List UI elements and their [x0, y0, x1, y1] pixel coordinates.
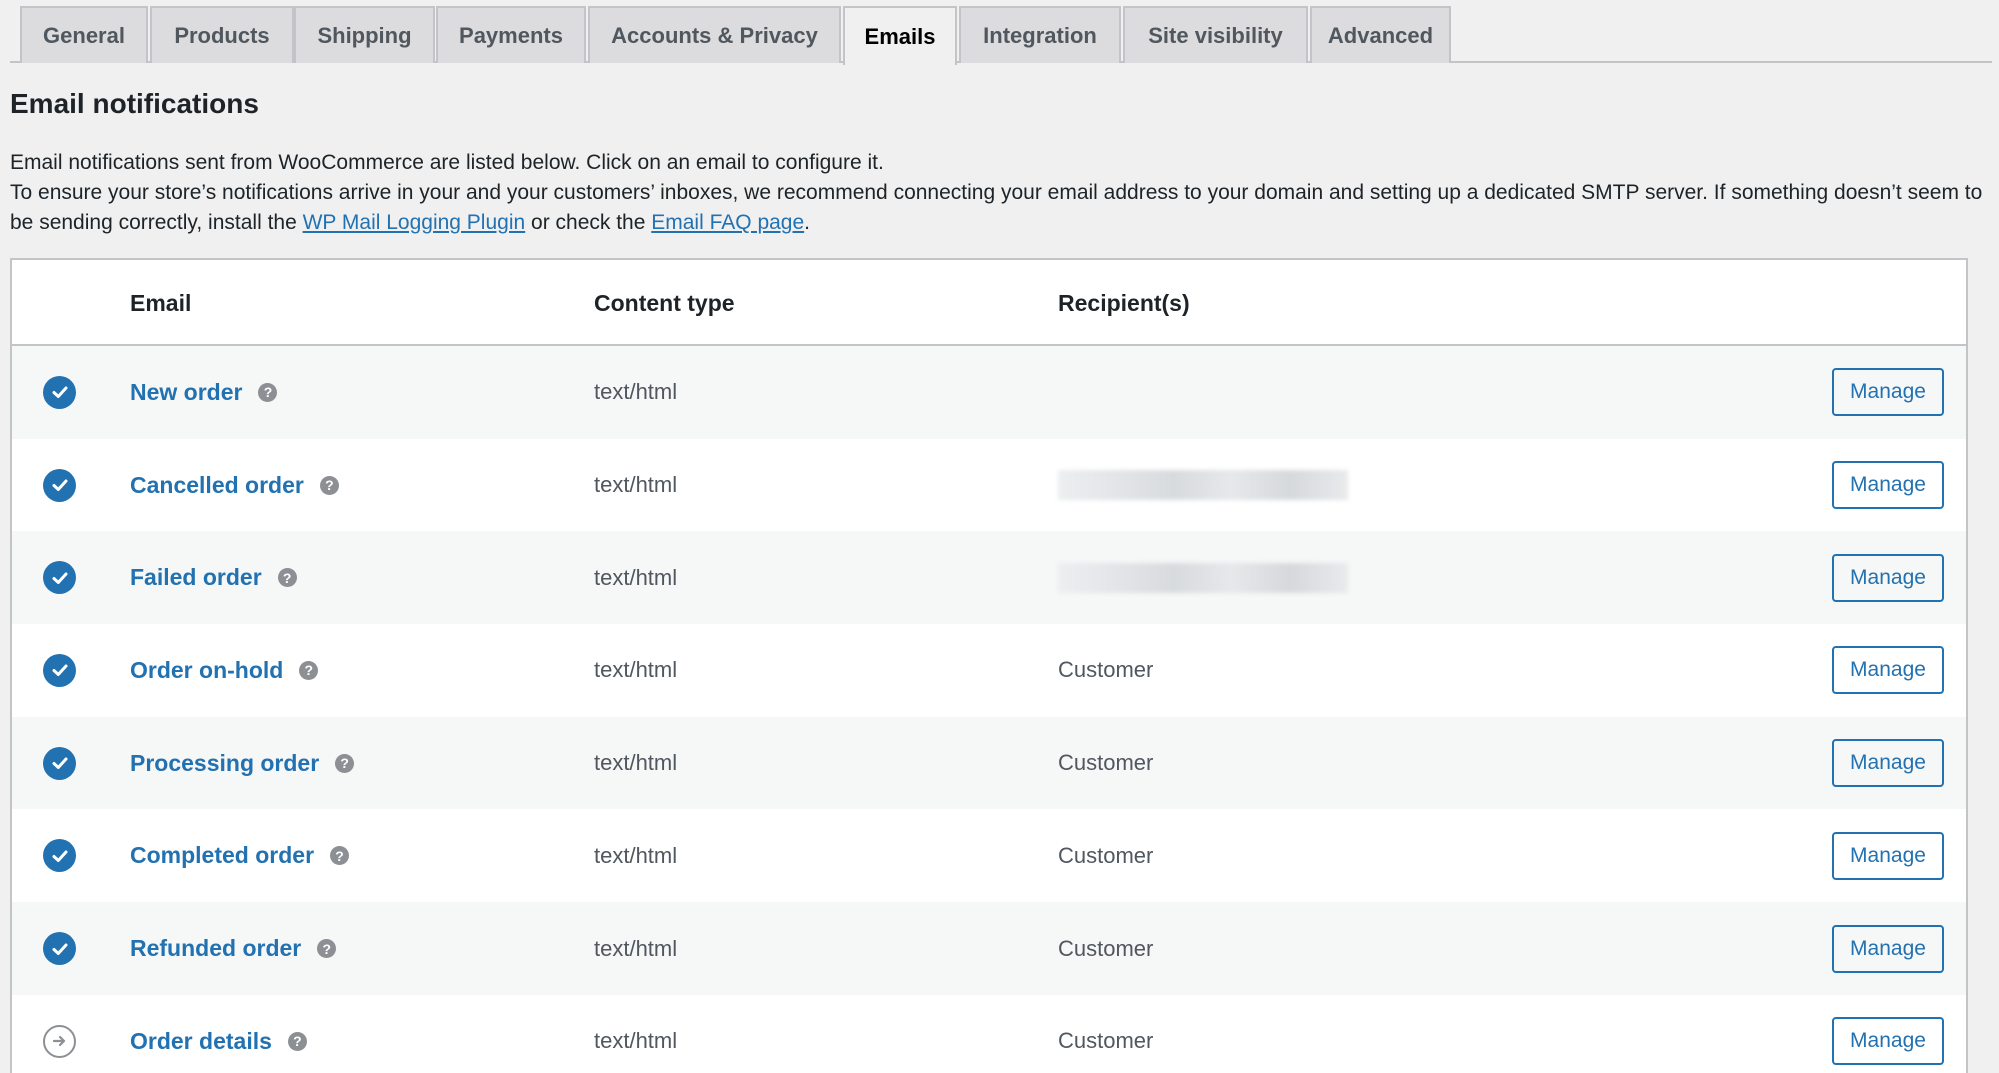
- email-name-cell: Failed order?: [130, 531, 297, 624]
- tab-products[interactable]: Products: [150, 6, 294, 63]
- email-name-link[interactable]: New order: [130, 379, 242, 406]
- email-name-cell: Refunded order?: [130, 902, 337, 995]
- help-tip-icon[interactable]: ?: [319, 475, 339, 495]
- email-notifications-table: Email Content type Recipient(s) New orde…: [10, 258, 1968, 1073]
- enabled-check-icon: [43, 839, 76, 873]
- tab-accounts-privacy[interactable]: Accounts & Privacy: [588, 6, 841, 63]
- settings-tabs: General Products Shipping Payments Accou…: [10, 0, 1992, 65]
- email-name-cell: Cancelled order?: [130, 439, 339, 532]
- email-name-link[interactable]: Refunded order: [130, 935, 301, 962]
- manage-button[interactable]: Manage: [1832, 368, 1944, 417]
- recipient-cell: [1058, 439, 1348, 532]
- recipient-cell: Customer: [1058, 657, 1154, 683]
- email-name-link[interactable]: Processing order: [130, 750, 319, 777]
- help-tip-icon[interactable]: ?: [330, 846, 350, 866]
- status-cell: [43, 439, 76, 532]
- email-name-link[interactable]: Order on-hold: [130, 657, 283, 684]
- email-faq-link[interactable]: Email FAQ page: [651, 211, 804, 234]
- table-row: Order on-hold? text/html Customer Manage: [12, 624, 1966, 717]
- content-type-cell: text/html: [594, 472, 678, 498]
- redacted-recipient: [1058, 562, 1348, 593]
- enabled-check-icon: [43, 561, 76, 595]
- manual-arrow-icon: [43, 1024, 76, 1058]
- help-tip-icon[interactable]: ?: [335, 753, 355, 773]
- manage-button[interactable]: Manage: [1832, 831, 1944, 880]
- tab-payments[interactable]: Payments: [436, 6, 586, 63]
- content-type-cell: text/html: [594, 750, 678, 776]
- table-row: New order? text/html Manage: [12, 346, 1966, 439]
- email-name-cell: Order on-hold?: [130, 624, 319, 717]
- table-header: Email Content type Recipient(s): [12, 260, 1966, 346]
- tab-shipping[interactable]: Shipping: [294, 6, 435, 63]
- help-tip-icon[interactable]: ?: [287, 1031, 307, 1051]
- enabled-check-icon: [43, 375, 76, 409]
- enabled-check-icon: [43, 932, 76, 966]
- status-cell: [43, 902, 76, 995]
- tab-advanced[interactable]: Advanced: [1310, 6, 1451, 63]
- help-tip-icon[interactable]: ?: [299, 660, 319, 680]
- table-row: Completed order? text/html Customer Manage: [12, 809, 1966, 903]
- enabled-check-icon: [43, 653, 76, 687]
- wp-mail-logging-plugin-link[interactable]: WP Mail Logging Plugin: [303, 211, 526, 234]
- redacted-recipient: [1058, 470, 1348, 501]
- status-cell: [43, 717, 76, 810]
- help-tip-icon[interactable]: ?: [277, 568, 297, 588]
- recipient-cell: Customer: [1058, 750, 1154, 776]
- content-type-cell: text/html: [594, 842, 678, 868]
- email-name-cell: Order details?: [130, 995, 307, 1073]
- content-type-cell: text/html: [594, 657, 678, 683]
- description-line-2: To ensure your store’s notifications arr…: [10, 181, 1983, 234]
- tab-emails[interactable]: Emails: [843, 6, 957, 65]
- manage-button[interactable]: Manage: [1832, 924, 1944, 973]
- enabled-check-icon: [43, 746, 76, 780]
- content-type-cell: text/html: [594, 564, 678, 590]
- manage-button[interactable]: Manage: [1832, 553, 1944, 602]
- table-row: Cancelled order? text/html Manage: [12, 438, 1966, 532]
- content-type-cell: text/html: [594, 935, 678, 961]
- table-row: Failed order? text/html Manage: [12, 531, 1966, 625]
- woocommerce-settings-page: General Products Shipping Payments Accou…: [0, 0, 1999, 1073]
- manage-button[interactable]: Manage: [1832, 739, 1944, 788]
- header-email: Email: [130, 289, 192, 316]
- email-name-link[interactable]: Completed order: [130, 842, 314, 869]
- tab-integration[interactable]: Integration: [959, 6, 1121, 63]
- status-cell: [43, 346, 76, 439]
- email-name-link[interactable]: Order details: [130, 1028, 272, 1055]
- help-tip-icon[interactable]: ?: [317, 939, 337, 959]
- table-row: Order details? text/html Customer Manage: [12, 994, 1966, 1073]
- email-name-cell: Completed order?: [130, 810, 350, 903]
- email-description: Email notifications sent from WooCommerc…: [10, 148, 1985, 238]
- manage-button[interactable]: Manage: [1832, 1017, 1944, 1066]
- table-row: Refunded order? text/html Customer Manage: [12, 902, 1966, 995]
- manage-button[interactable]: Manage: [1832, 646, 1944, 695]
- recipient-cell: Customer: [1058, 842, 1154, 868]
- table-row: Processing order? text/html Customer Manage: [12, 716, 1966, 810]
- help-tip-icon[interactable]: ?: [258, 382, 278, 402]
- status-cell: [43, 531, 76, 624]
- content-type-cell: text/html: [594, 1028, 678, 1054]
- description-line-1: Email notifications sent from WooCommerc…: [10, 151, 884, 174]
- email-name-cell: New order?: [130, 346, 278, 439]
- header-content-type: Content type: [594, 289, 735, 316]
- email-name-cell: Processing order?: [130, 717, 355, 810]
- header-recipients: Recipient(s): [1058, 289, 1190, 316]
- page-title: Email notifications: [10, 88, 259, 119]
- email-name-link[interactable]: Cancelled order: [130, 472, 304, 499]
- manage-button[interactable]: Manage: [1832, 461, 1944, 510]
- recipient-cell: Customer: [1058, 1028, 1154, 1054]
- content-type-cell: text/html: [594, 379, 678, 405]
- tab-general[interactable]: General: [20, 6, 148, 63]
- recipient-cell: Customer: [1058, 935, 1154, 961]
- status-cell: [43, 810, 76, 903]
- email-name-link[interactable]: Failed order: [130, 564, 262, 591]
- tab-site-visibility[interactable]: Site visibility: [1123, 6, 1308, 63]
- recipient-cell: [1058, 531, 1348, 624]
- status-cell: [43, 624, 76, 717]
- enabled-check-icon: [43, 468, 76, 502]
- status-cell: [43, 995, 76, 1073]
